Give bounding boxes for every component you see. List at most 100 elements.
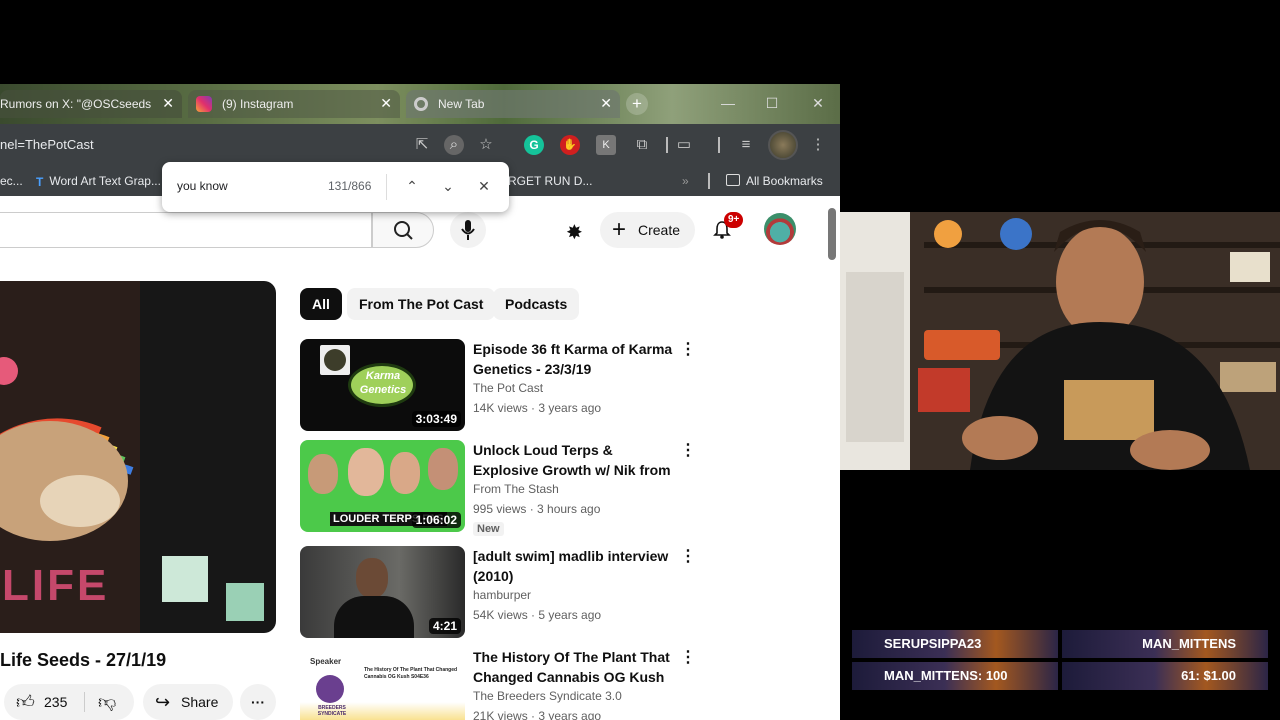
bookmark-label: Word Art Text Grap...: [49, 174, 161, 188]
like-count[interactable]: 235: [44, 684, 67, 720]
video-thumbnail[interactable]: Speaker The History Of The Plant That Ch…: [300, 647, 465, 720]
video-meta: 21K views · 3 years ago: [473, 709, 602, 720]
bookmark-item[interactable]: ec...: [0, 174, 23, 188]
close-icon[interactable]: ✕: [380, 95, 392, 112]
person-head: [356, 558, 388, 598]
list-item[interactable]: Speaker The History Of The Plant That Ch…: [300, 647, 710, 720]
search-input[interactable]: [0, 212, 372, 248]
tab-twitter[interactable]: Rumors on X: "@OSCseeds ✕: [0, 90, 182, 118]
find-input[interactable]: you know: [177, 179, 228, 193]
video-title: Episode 36 ft Karma of Karma Genetics - …: [473, 341, 673, 377]
close-icon[interactable]: ✕: [162, 95, 174, 112]
channel-name[interactable]: hamburper: [473, 588, 531, 602]
breeders-logo: [316, 675, 344, 703]
voice-search-button[interactable]: [450, 212, 486, 248]
bookmark-item[interactable]: T Word Art Text Grap...: [36, 174, 161, 189]
channel-logo: [320, 345, 350, 375]
more-actions-icon[interactable]: ···: [240, 684, 276, 720]
video-meta: 54K views · 5 years ago: [473, 608, 602, 622]
chevron-up-icon[interactable]: ⌃: [402, 176, 422, 196]
share-button[interactable]: ↪ Share: [143, 684, 233, 720]
tab-new-tab[interactable]: New Tab ✕: [406, 90, 620, 118]
create-button[interactable]: + Create: [600, 212, 695, 248]
search-button[interactable]: [372, 212, 434, 248]
find-bar: you know 131/866 ⌃ ⌄ ✕: [162, 162, 509, 212]
tab-instagram[interactable]: (9) Instagram ✕: [188, 90, 400, 118]
all-bookmarks-item[interactable]: All Bookmarks: [726, 174, 823, 188]
address-bar: nel=ThePotCast ⇱ ⌕ ☆ G ✋ K ⧉ ▭ ≡ ⋮: [0, 124, 840, 166]
share-icon: ↪: [155, 692, 171, 712]
text-t-icon: T: [36, 175, 44, 189]
create-label: Create: [638, 222, 681, 238]
menu-dots-icon[interactable]: ⋮: [808, 135, 828, 155]
thumb-text: Karma Genetics: [359, 370, 407, 396]
cast-icon[interactable]: ⇱: [412, 135, 432, 155]
like-dislike-group: 👍︎ 235 👎︎: [4, 684, 134, 720]
new-tab-button[interactable]: +: [626, 93, 648, 115]
more-vert-icon[interactable]: ⋮: [680, 649, 696, 669]
channel-name[interactable]: From The Stash: [473, 482, 559, 496]
chevron-down-icon[interactable]: ⌄: [438, 176, 458, 196]
bookmark-item[interactable]: RGET RUN D...: [508, 174, 592, 188]
find-icon[interactable]: ⌕: [444, 135, 464, 155]
chrome-icon: [414, 97, 428, 111]
video-meta: 14K views · 3 years ago: [473, 401, 602, 415]
video-player[interactable]: LIFE: [0, 281, 276, 633]
minimize-icon[interactable]: —: [706, 92, 750, 116]
person-body: [334, 596, 414, 638]
close-icon[interactable]: ✕: [474, 176, 494, 196]
video-title: Life Seeds - 27/1/19: [0, 650, 167, 670]
video-thumbnail[interactable]: LOUDER TERPS FAS 1:06:02: [300, 440, 465, 532]
chip-from-the-pot-cast[interactable]: From The Pot Cast: [347, 288, 496, 320]
latest-subscriber: MAN_MITTENS: [1062, 630, 1268, 658]
microphone-icon: [461, 220, 475, 240]
chip-podcasts[interactable]: Podcasts: [493, 288, 580, 320]
find-match-count: 131/866: [328, 179, 372, 193]
close-window-icon[interactable]: ✕: [796, 92, 840, 116]
duration-badge: 3:03:49: [411, 411, 461, 427]
toolbar-divider: [718, 137, 720, 153]
scrollbar[interactable]: [828, 208, 836, 260]
video-title: [adult swim] madlib interview (2010): [473, 548, 669, 584]
more-vert-icon[interactable]: ⋮: [680, 548, 696, 568]
speaker-logo: Speaker: [310, 657, 342, 666]
find-divider: [386, 174, 387, 200]
video-thumbnail[interactable]: 4:21: [300, 546, 465, 638]
thumbs-up-icon[interactable]: 👍︎: [16, 684, 35, 720]
avatar[interactable]: [764, 213, 796, 245]
sidepanel-icon[interactable]: ▭: [674, 135, 694, 155]
more-vert-icon[interactable]: ⋮: [680, 341, 696, 361]
ask-sparkle-icon[interactable]: ✸: [566, 220, 583, 245]
video-title: Unlock Loud Terps & Explosive Growth w/ …: [473, 442, 671, 478]
media-icon[interactable]: ≡: [736, 135, 756, 155]
star-icon[interactable]: ☆: [476, 135, 496, 155]
list-item[interactable]: 4:21 [adult swim] madlib interview (2010…: [300, 546, 710, 646]
maximize-icon[interactable]: ☐: [750, 92, 794, 116]
plus-icon: +: [612, 216, 627, 243]
channel-name[interactable]: The Breeders Syndicate 3.0: [473, 689, 622, 703]
profile-avatar[interactable]: [768, 130, 798, 160]
folder-icon: [726, 174, 740, 186]
thumbs-down-icon[interactable]: 👎︎: [98, 684, 116, 720]
face-4: [428, 448, 458, 490]
toolbar-divider: [666, 137, 668, 153]
webcam-feed: [840, 212, 1280, 470]
video-thumbnail[interactable]: Karma Genetics 3:03:49: [300, 339, 465, 431]
duration-badge: 1:06:02: [411, 512, 461, 528]
extension-k-icon[interactable]: K: [596, 135, 616, 155]
url-field[interactable]: nel=ThePotCast: [0, 137, 94, 152]
chip-all[interactable]: All: [300, 288, 342, 320]
grammarly-icon[interactable]: G: [524, 135, 544, 155]
bookmarks-overflow-icon[interactable]: »: [682, 174, 689, 188]
notification-badge: 9+: [724, 212, 744, 228]
puzzle-icon[interactable]: ⧉: [632, 135, 652, 155]
more-vert-icon[interactable]: ⋮: [680, 442, 696, 462]
face-2: [348, 448, 384, 496]
close-icon[interactable]: ✕: [600, 95, 612, 112]
list-item[interactable]: Karma Genetics 3:03:49 Episode 36 ft Kar…: [300, 339, 710, 439]
adblock-icon[interactable]: ✋: [560, 135, 580, 155]
tab-title: New Tab: [438, 97, 485, 111]
browser-window: Rumors on X: "@OSCseeds ✕ (9) Instagram …: [0, 84, 840, 720]
list-item[interactable]: LOUDER TERPS FAS 1:06:02 Unlock Loud Ter…: [300, 440, 710, 540]
channel-name[interactable]: The Pot Cast: [473, 381, 543, 395]
